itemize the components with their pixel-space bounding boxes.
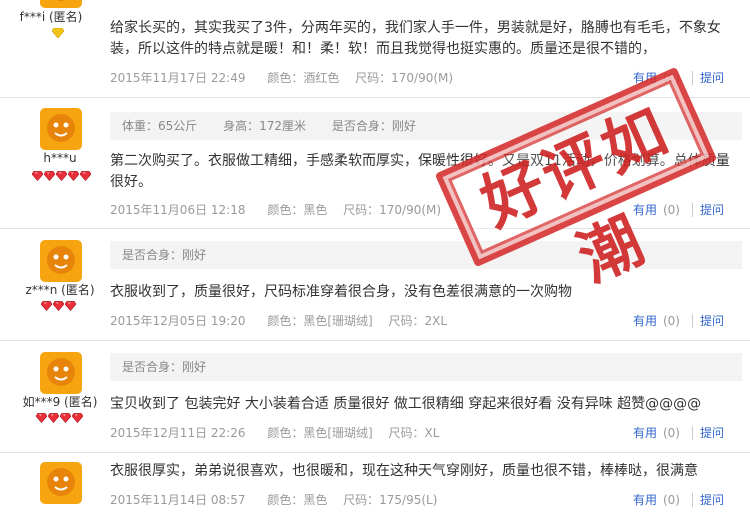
spec-color: 颜色：黑色 [267, 203, 328, 217]
red-gem-icon [41, 301, 52, 311]
spec-size: 尺码：170/90(M) [355, 71, 454, 85]
meta-height: 身高：172厘米 [223, 119, 307, 133]
spec-color: 颜色：黑色 [267, 493, 328, 507]
review-actions: 有用 (0) 提问 [633, 491, 724, 509]
spec-size: 尺码：175/95(L) [343, 493, 438, 507]
gem-badge [36, 413, 83, 425]
meta-fit: 是否合身：刚好 [331, 119, 416, 133]
helpful-count: (0) [662, 314, 680, 328]
review-date: 2015年12月05日 19:20 [110, 314, 246, 328]
red-gem-icon [53, 301, 64, 311]
review-content: 给家长买的，其实我买了3件，分两年买的，我们家人手一件，男装就是好，胳膊也有毛毛… [110, 20, 721, 57]
red-gem-icon [36, 413, 47, 423]
username[interactable]: z***n (匿名) [0, 281, 120, 298]
review-footer: 2015年11月06日 12:18 颜色：黑色 尺码：170/90(M) 有用 (… [110, 201, 742, 219]
spec-color: 颜色：黑色[珊瑚绒] [267, 426, 373, 440]
review-actions: 有用 (0) 提问 [633, 201, 724, 219]
spec-color: 颜色：酒红色 [267, 71, 340, 85]
red-gem-icon [65, 301, 76, 311]
ask-button[interactable]: 提问 [691, 71, 724, 85]
helpful-button[interactable]: 有用 [633, 493, 657, 507]
review-item: 如***9 (匿名) 是否合身：刚好 宝贝收到了 包装完好 大小装着合适 质量很… [0, 341, 750, 453]
ask-button[interactable]: 提问 [691, 493, 724, 507]
review-date: 2015年12月11日 22:26 [110, 426, 246, 440]
review-meta-bar: 是否合身：刚好 [110, 353, 742, 381]
avatar[interactable] [40, 0, 82, 8]
meta-fit: 是否合身：刚好 [122, 360, 207, 374]
helpful-button[interactable]: 有用 [633, 314, 657, 328]
avatar[interactable] [40, 352, 82, 394]
red-gem-icon [56, 171, 67, 181]
spec-size: 尺码：170/90(M) [343, 203, 442, 217]
meta-weight: 体重：65公斤 [122, 119, 198, 133]
helpful-count: (0) [662, 493, 680, 507]
avatar[interactable] [40, 108, 82, 150]
ask-button[interactable]: 提问 [691, 314, 724, 328]
review-content: 宝贝收到了 包装完好 大小装着合适 质量很好 做工很精细 穿起来很好看 没有异味… [110, 396, 702, 412]
red-gem-icon [60, 413, 71, 423]
review-actions: 有用 (0) 提问 [633, 424, 724, 442]
gem-badge [41, 301, 76, 313]
review-item: 衣服很厚实，弟弟说很喜欢，也很暖和，现在这种天气穿刚好，质量也很不错，棒棒哒，很… [0, 453, 750, 513]
avatar[interactable] [40, 240, 82, 282]
review-footer: 2015年12月11日 22:26 颜色：黑色[珊瑚绒] 尺码：XL 有用 (0)… [110, 424, 742, 442]
red-gem-icon [48, 413, 59, 423]
review-actions: 有用 (0) 提问 [633, 312, 724, 330]
review-content: 衣服很厚实，弟弟说很喜欢，也很暖和，现在这种天气穿刚好，质量也很不错，棒棒哒，很… [110, 463, 698, 479]
avatar[interactable] [40, 462, 82, 504]
helpful-count: (0) [662, 203, 680, 217]
review-footer: 2015年12月05日 19:20 颜色：黑色[珊瑚绒] 尺码：2XL 有用 (0… [110, 312, 742, 330]
helpful-count: (0) [662, 426, 680, 440]
spec-size: 尺码：XL [388, 426, 440, 440]
badge [52, 28, 64, 40]
review-date: 2015年11月14日 08:57 [110, 493, 246, 507]
red-gem-icon [72, 413, 83, 423]
ask-button[interactable]: 提问 [691, 426, 724, 440]
red-gem-icon [32, 171, 43, 181]
ask-button[interactable]: 提问 [691, 203, 724, 217]
review-footer: 2015年11月14日 08:57 颜色：黑色 尺码：175/95(L) 有用 (… [110, 491, 742, 509]
username[interactable]: 如***9 (匿名) [0, 393, 120, 410]
red-gem-icon [80, 171, 91, 181]
helpful-button[interactable]: 有用 [633, 426, 657, 440]
review-content: 衣服收到了，质量很好，尺码标准穿着很合身，没有色差很满意的一次购物 [110, 284, 572, 300]
review-date: 2015年11月17日 22:49 [110, 71, 246, 85]
spec-size: 尺码：2XL [388, 314, 448, 328]
gem-badge [32, 171, 91, 183]
username[interactable]: f***i (匿名) [0, 8, 106, 25]
red-gem-icon [44, 171, 55, 181]
review-date: 2015年11月06日 12:18 [110, 203, 246, 217]
red-gem-icon [68, 171, 79, 181]
diamond-gold-icon [52, 28, 64, 38]
spec-color: 颜色：黑色[珊瑚绒] [267, 314, 373, 328]
helpful-button[interactable]: 有用 [633, 203, 657, 217]
meta-fit: 是否合身：刚好 [122, 248, 207, 262]
username[interactable]: h***u [0, 151, 120, 165]
